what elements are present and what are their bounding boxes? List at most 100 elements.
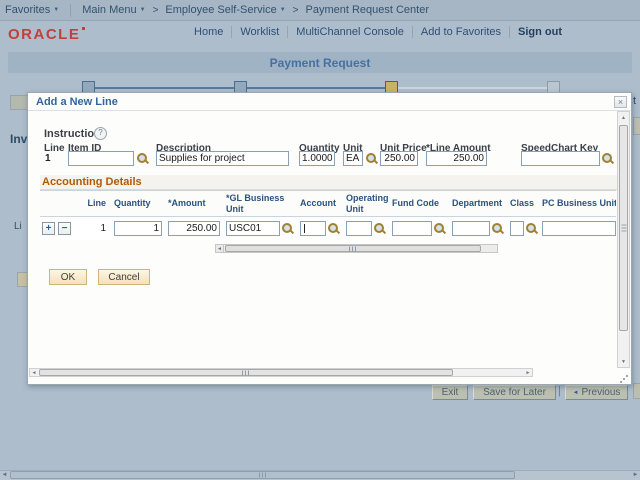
row-operating-unit-input[interactable] bbox=[346, 221, 372, 236]
previous-arrow-icon: ◄ bbox=[573, 390, 579, 396]
class-lookup-icon[interactable] bbox=[526, 223, 538, 235]
page-title: Payment Request bbox=[270, 56, 371, 70]
description-input[interactable] bbox=[156, 151, 289, 166]
close-icon[interactable]: × bbox=[614, 96, 627, 108]
divider bbox=[28, 110, 631, 111]
modal-scroll-up-button[interactable]: ▲ bbox=[618, 112, 629, 123]
accounting-grid-row: + − 1 bbox=[40, 217, 616, 240]
hidden-button-fragment bbox=[633, 117, 640, 135]
clipped-text-fragment: t bbox=[633, 95, 636, 107]
chevron-down-icon: ▼ bbox=[140, 7, 146, 13]
modal-scroll-down-button[interactable]: ▼ bbox=[618, 356, 629, 367]
col-pc-business-unit: PC Business Unit bbox=[540, 198, 616, 208]
divider bbox=[70, 4, 71, 17]
previous-button[interactable]: ◄ Previous bbox=[565, 385, 628, 400]
row-pc-business-unit-input[interactable] bbox=[542, 221, 616, 236]
exit-button[interactable]: Exit bbox=[432, 385, 468, 400]
portal-links-bar: Home Worklist MultiChannel Console Add t… bbox=[0, 21, 640, 42]
col-gl-business-unit: *GL Business Unit bbox=[224, 193, 298, 214]
row-gl-business-unit-input[interactable] bbox=[226, 221, 280, 236]
row-amount-input[interactable] bbox=[168, 221, 220, 236]
hidden-button-fragment bbox=[633, 383, 640, 399]
col-department: Department bbox=[450, 198, 508, 208]
previous-label: Previous bbox=[582, 388, 621, 398]
line-number-value: 1 bbox=[45, 153, 51, 164]
accounting-grid: Line Quantity *Amount *GL Business Unit … bbox=[40, 190, 616, 241]
clipped-label: Li bbox=[14, 221, 22, 232]
worklist-link[interactable]: Worklist bbox=[231, 26, 287, 38]
modal-title: Add a New Line bbox=[36, 96, 118, 108]
add-new-line-modal: Add a New Line × Instructions ? Line Ite… bbox=[27, 92, 632, 385]
add-to-favorites-link[interactable]: Add to Favorites bbox=[412, 26, 509, 38]
accounting-details-title: Accounting Details bbox=[42, 175, 617, 189]
col-operating-unit: Operating Unit bbox=[344, 193, 390, 214]
unit-price-input[interactable] bbox=[380, 151, 418, 166]
col-account: Account bbox=[298, 198, 344, 208]
breadcrumb-favorites[interactable]: Favorites ▼ bbox=[5, 4, 59, 16]
page-scrollbar-thumb[interactable] bbox=[10, 471, 515, 479]
add-row-button[interactable]: + bbox=[42, 222, 55, 235]
home-link[interactable]: Home bbox=[186, 26, 231, 38]
item-id-input[interactable] bbox=[68, 151, 134, 166]
fund-code-lookup-icon[interactable] bbox=[434, 223, 446, 235]
sign-out-link[interactable]: Sign out bbox=[509, 26, 570, 38]
oracle-logo: ORACLE bbox=[8, 26, 85, 43]
speedchart-key-input[interactable] bbox=[521, 151, 600, 166]
col-amount: *Amount bbox=[166, 198, 224, 208]
grid-scrollbar-thumb[interactable] bbox=[225, 245, 481, 252]
help-icon[interactable]: ? bbox=[94, 127, 107, 140]
scroll-left-button[interactable]: ◄ bbox=[0, 470, 9, 480]
breadcrumb-payment-request-center[interactable]: Payment Request Center bbox=[306, 4, 430, 16]
col-quantity: Quantity bbox=[112, 198, 166, 208]
breadcrumb-prc-label: Payment Request Center bbox=[306, 4, 430, 16]
modal-vscrollbar-thumb[interactable] bbox=[619, 125, 628, 331]
ok-label: OK bbox=[61, 272, 75, 283]
chevron-down-icon: ▼ bbox=[53, 7, 59, 13]
line-amount-input[interactable] bbox=[426, 151, 487, 166]
modal-hscrollbar-thumb[interactable] bbox=[39, 369, 453, 376]
row-line-number: 1 bbox=[84, 223, 112, 234]
multichannel-console-link[interactable]: MultiChannel Console bbox=[287, 26, 412, 38]
gl-business-unit-lookup-icon[interactable] bbox=[282, 223, 294, 235]
resize-grip[interactable] bbox=[620, 381, 622, 383]
screen: Favorites ▼ Main Menu ▼ > Employee Self-… bbox=[0, 0, 640, 480]
exit-label: Exit bbox=[442, 388, 459, 398]
breadcrumb-favorites-label: Favorites bbox=[5, 4, 50, 16]
account-lookup-icon[interactable] bbox=[328, 223, 340, 235]
quantity-input[interactable] bbox=[299, 151, 335, 166]
breadcrumb-main-menu-label: Main Menu bbox=[82, 4, 136, 16]
delete-row-button[interactable]: − bbox=[58, 222, 71, 235]
scroll-right-button[interactable]: ► bbox=[631, 470, 640, 480]
col-class: Class bbox=[508, 198, 540, 208]
unit-input[interactable] bbox=[343, 151, 363, 166]
row-class-input[interactable] bbox=[510, 221, 524, 236]
modal-scroll-left-button[interactable]: ◄ bbox=[30, 369, 38, 376]
page-title-band: Payment Request bbox=[8, 52, 632, 73]
footer-separator: | bbox=[558, 385, 561, 397]
cancel-label: Cancel bbox=[108, 272, 139, 283]
ok-button[interactable]: OK bbox=[49, 269, 87, 285]
cancel-button[interactable]: Cancel bbox=[98, 269, 150, 285]
item-id-lookup-icon[interactable] bbox=[137, 153, 149, 165]
breadcrumb-bar: Favorites ▼ Main Menu ▼ > Employee Self-… bbox=[0, 0, 640, 21]
unit-lookup-icon[interactable] bbox=[366, 153, 378, 165]
modal-scroll-right-button[interactable]: ► bbox=[524, 369, 532, 376]
train-line-remaining bbox=[391, 87, 553, 89]
breadcrumb-separator: > bbox=[293, 5, 299, 16]
breadcrumb-employee-self-service[interactable]: Employee Self-Service ▼ bbox=[165, 4, 285, 16]
breadcrumb-main-menu[interactable]: Main Menu ▼ bbox=[82, 4, 145, 16]
speedchart-key-lookup-icon[interactable] bbox=[602, 153, 614, 165]
department-lookup-icon[interactable] bbox=[492, 223, 504, 235]
accounting-details-header: Accounting Details bbox=[40, 175, 617, 190]
modal-vertical-scrollbar: ▲ ▼ bbox=[617, 111, 630, 368]
col-fund-code: Fund Code bbox=[390, 198, 450, 208]
row-quantity-input[interactable] bbox=[114, 221, 162, 236]
modal-horizontal-scrollbar: ◄ ► bbox=[29, 368, 533, 377]
chevron-down-icon: ▼ bbox=[280, 7, 286, 13]
grid-scroll-left-button[interactable]: ◄ bbox=[215, 244, 224, 253]
operating-unit-lookup-icon[interactable] bbox=[374, 223, 386, 235]
row-fund-code-input[interactable] bbox=[392, 221, 432, 236]
row-department-input[interactable] bbox=[452, 221, 490, 236]
text-cursor bbox=[304, 224, 305, 233]
save-for-later-button[interactable]: Save for Later bbox=[473, 385, 556, 400]
